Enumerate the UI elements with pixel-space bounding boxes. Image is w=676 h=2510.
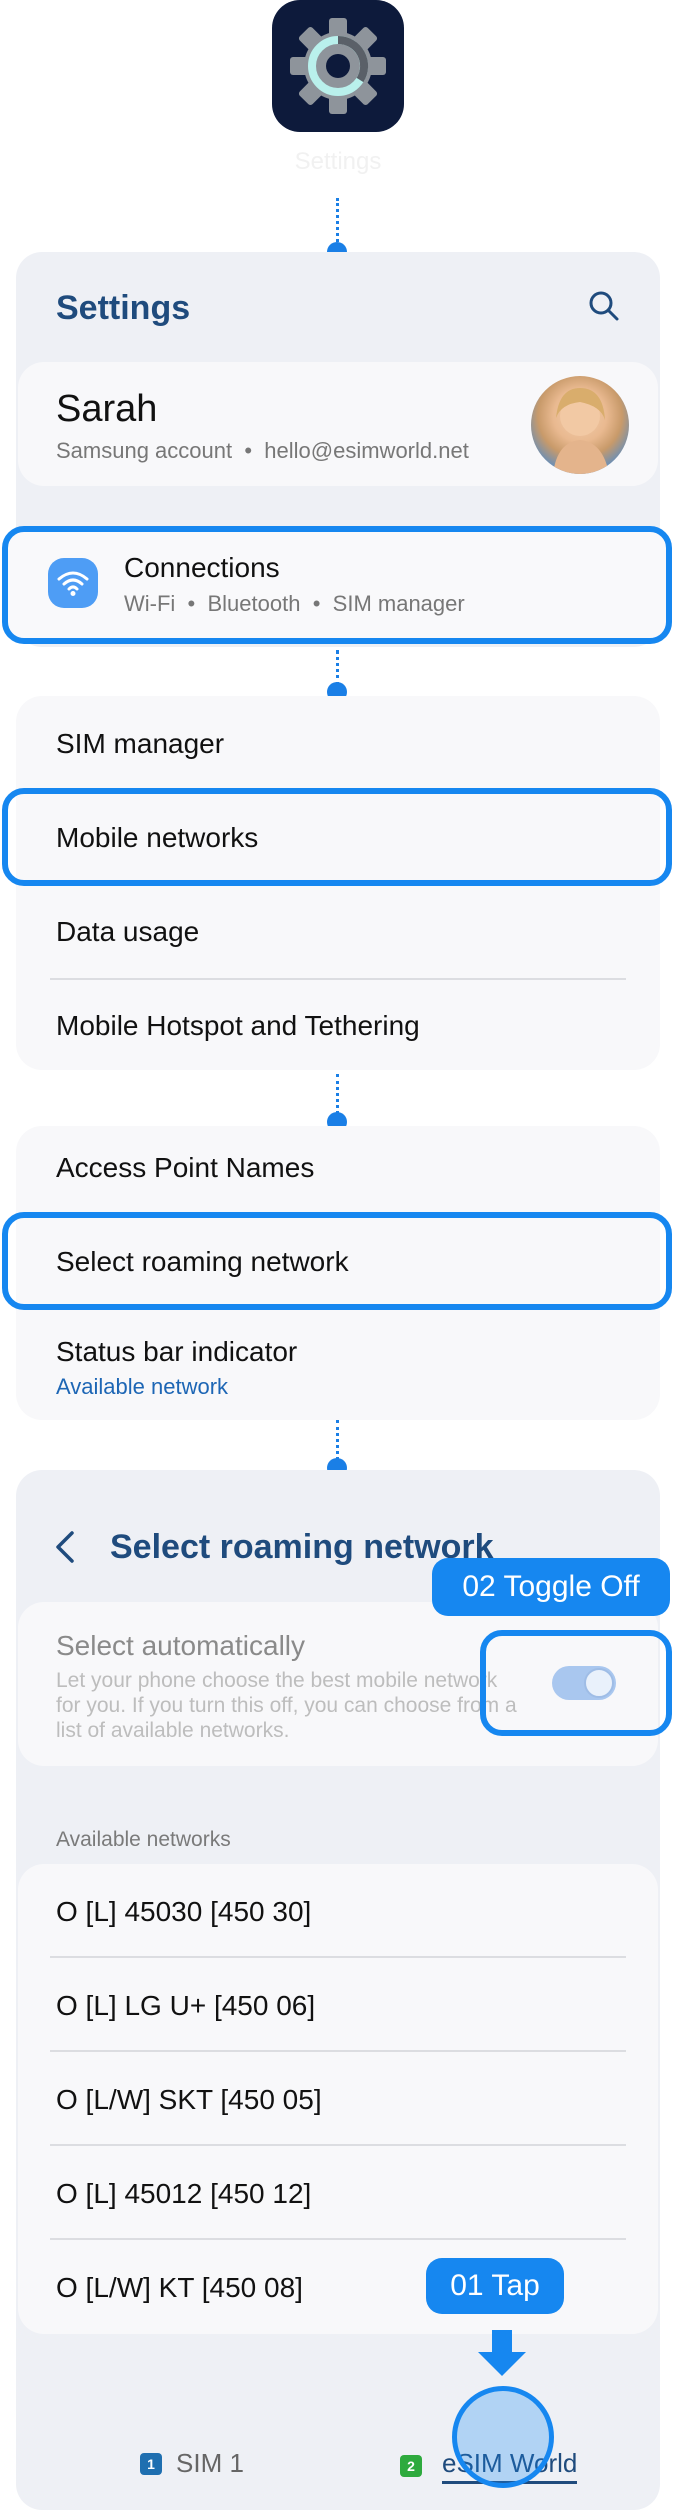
step2-tag: 02 Toggle Off <box>432 1558 670 1616</box>
connections-sub-wifi: Wi-Fi <box>124 591 176 616</box>
menu-item-hotspot[interactable]: Mobile Hotspot and Tethering <box>56 1010 420 1042</box>
roaming-title: Select roaming network <box>110 1528 494 1566</box>
menu-item-status-bar[interactable]: Status bar indicator <box>56 1336 297 1368</box>
menu-item-mobile-networks[interactable]: Mobile networks <box>56 822 258 854</box>
flow-connector <box>336 1074 339 1114</box>
select-auto-title: Select automatically <box>56 1630 306 1661</box>
divider <box>50 1956 626 1958</box>
network-item[interactable]: O [L/W] KT [450 08] <box>56 2272 303 2304</box>
select-auto-desc: Let your phone choose the best mobile ne… <box>56 1669 517 1742</box>
connections-item[interactable] <box>2 526 672 644</box>
profile-account-line: Samsung account • hello@esimworld.net <box>56 438 469 464</box>
wifi-icon <box>48 558 98 608</box>
profile-account: Samsung account <box>56 438 233 463</box>
section-label: Available networks <box>56 1828 231 1851</box>
gear-icon <box>290 18 386 114</box>
network-item[interactable]: O [L] LG U+ [450 06] <box>56 1990 315 2022</box>
flow-connector <box>336 198 339 242</box>
network-item[interactable]: O [L/W] SKT [450 05] <box>56 2084 322 2116</box>
divider <box>50 2050 626 2052</box>
network-item[interactable]: O [L] 45012 [450 12] <box>56 2178 311 2210</box>
app-label: Settings <box>294 148 382 175</box>
flow-connector <box>336 650 339 686</box>
select-auto-toggle[interactable] <box>552 1666 616 1700</box>
step1-tag: 01 Tap <box>426 2258 564 2314</box>
profile-email: hello@esimworld.net <box>264 438 469 463</box>
menu-item-data-usage[interactable]: Data usage <box>56 916 199 948</box>
toggle-knob <box>584 1668 614 1698</box>
separator: • <box>306 591 327 616</box>
divider <box>50 978 626 980</box>
flow-connector <box>336 1420 339 1460</box>
connections-title: Connections <box>124 552 280 583</box>
sim1-icon: 1 <box>140 2452 162 2475</box>
status-bar-sub: Available network <box>56 1374 229 1399</box>
page-title: Settings <box>56 289 191 327</box>
separator: • <box>181 591 202 616</box>
menu-item-apn[interactable]: Access Point Names <box>56 1152 314 1184</box>
esim-icon: 2 <box>400 2455 422 2477</box>
avatar[interactable] <box>531 376 629 474</box>
tab-sim1-label: SIM 1 <box>176 2448 244 2478</box>
menu-item-sim-manager[interactable]: SIM manager <box>56 728 224 760</box>
menu-item-roaming[interactable]: Select roaming network <box>56 1246 349 1278</box>
tap-indicator <box>452 2386 554 2488</box>
search-icon[interactable] <box>588 290 620 327</box>
back-icon[interactable] <box>54 1530 76 1569</box>
connections-sub-sim: SIM manager <box>332 591 465 616</box>
connections-subtitle: Wi-Fi • Bluetooth • SIM manager <box>124 591 465 617</box>
profile-name: Sarah <box>56 388 158 430</box>
divider <box>50 2238 626 2240</box>
settings-app-icon[interactable] <box>272 0 404 132</box>
separator: • <box>238 438 259 463</box>
connections-sub-bluetooth: Bluetooth <box>207 591 301 616</box>
tab-sim1[interactable]: 1 SIM 1 <box>140 2448 244 2479</box>
network-item[interactable]: O [L] 45030 [450 30] <box>56 1896 311 1928</box>
down-arrow-icon <box>478 2330 526 2383</box>
divider <box>50 2144 626 2146</box>
